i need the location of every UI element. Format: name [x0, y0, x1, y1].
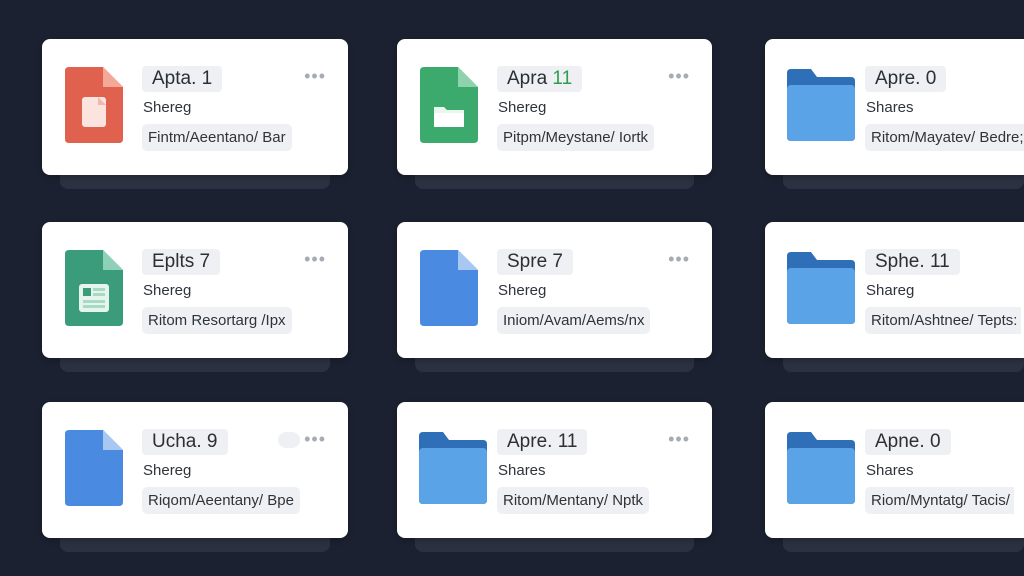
file-title: Apne. 0	[865, 429, 951, 455]
file-path: Fintm/Aeentano/ Bar	[142, 124, 292, 151]
folder-icon	[419, 432, 487, 504]
doc-file-icon	[420, 250, 478, 326]
file-card[interactable]: Apre. 0 Shares Ritom/Mayatev/ Bedre;	[765, 39, 1024, 189]
file-title: Apre. 11	[497, 429, 588, 455]
file-card[interactable]: Apre. 11 Shares Ritom/Mentany/ Nptk •••	[397, 402, 712, 552]
shared-label: Shereg	[143, 99, 192, 116]
card-body[interactable]: Apre. 0 Shares Ritom/Mayatev/ Bedre;	[765, 39, 1024, 175]
card-body[interactable]: Sphe. 11 Shareg Ritom/Ashtnee/ Tepts:	[765, 222, 1024, 358]
shared-label: Shereg	[143, 462, 192, 479]
card-body[interactable]: Apre. 11 Shares Ritom/Mentany/ Nptk •••	[397, 402, 712, 538]
more-options-icon[interactable]: •••	[304, 250, 326, 268]
file-path: Ritom/Ashtnee/ Tepts:	[865, 307, 1022, 334]
more-options-icon[interactable]: •••	[304, 67, 326, 85]
pdf-file-icon	[65, 67, 123, 143]
shared-label: Shares	[498, 462, 546, 479]
folder-icon	[787, 432, 855, 504]
shared-label: Shares	[866, 99, 914, 116]
file-path: Pitpm/Meystane/ Iortk	[497, 124, 655, 151]
more-options-icon[interactable]: •••	[668, 430, 690, 448]
more-options-icon[interactable]: •••	[668, 67, 690, 85]
file-path: Iniom/Avam/Aems/nx	[497, 307, 651, 334]
card-body[interactable]: Spre 7 Shereg Iniom/Avam/Aems/nx •••	[397, 222, 712, 358]
file-title: Apre. 0	[865, 66, 947, 92]
shared-label: Shareg	[866, 282, 915, 299]
file-path: Ritom/Mentany/ Nptk	[497, 487, 650, 514]
file-title: Eplts 7	[142, 249, 221, 275]
file-path: Riom/Myntatg/ Tacis/	[865, 487, 1014, 514]
spreadsheet-file-icon	[65, 250, 123, 326]
file-card[interactable]: Apta. 1 Shereg Fintm/Aeentano/ Bar •••	[42, 39, 348, 189]
file-title: Ucha. 9	[142, 429, 228, 455]
file-title: Sphe. 11	[865, 249, 960, 275]
file-path: Ritom Resortarg /Ipx	[142, 307, 292, 334]
card-body[interactable]: Apne. 0 Shares Riom/Myntatg/ Tacis/	[765, 402, 1024, 538]
card-body[interactable]: Apra 11 Shereg Pitpm/Meystane/ Iortk •••	[397, 39, 712, 175]
file-card[interactable]: Eplts 7 Shereg Ritom Resortarg /Ipx •••	[42, 222, 348, 372]
card-body[interactable]: Ucha. 9 Shereg Riqom/Aeentany/ Bpe •••	[42, 402, 348, 538]
doc-file-icon	[65, 430, 123, 506]
file-title: Spre 7	[497, 249, 573, 275]
shared-label: Shereg	[498, 282, 547, 299]
more-options-icon[interactable]: •••	[668, 250, 690, 268]
file-card-grid: Apta. 1 Shereg Fintm/Aeentano/ Bar ••• A…	[0, 0, 1024, 576]
file-card[interactable]: Ucha. 9 Shereg Riqom/Aeentany/ Bpe •••	[42, 402, 348, 552]
more-options-icon[interactable]: •••	[304, 430, 326, 448]
folder-file-icon	[420, 67, 478, 143]
shared-label: Shereg	[143, 282, 192, 299]
shared-label: Shares	[866, 462, 914, 479]
file-card[interactable]: Spre 7 Shereg Iniom/Avam/Aems/nx •••	[397, 222, 712, 372]
card-body[interactable]: Eplts 7 Shereg Ritom Resortarg /Ipx •••	[42, 222, 348, 358]
file-card[interactable]: Sphe. 11 Shareg Ritom/Ashtnee/ Tepts:	[765, 222, 1024, 372]
shared-label: Shereg	[498, 99, 547, 116]
file-title: Apta. 1	[142, 66, 223, 92]
file-card[interactable]: Apne. 0 Shares Riom/Myntatg/ Tacis/	[765, 402, 1024, 552]
folder-icon	[787, 252, 855, 324]
file-title: Apra 11	[497, 66, 583, 92]
hover-highlight	[278, 432, 300, 448]
card-body[interactable]: Apta. 1 Shereg Fintm/Aeentano/ Bar •••	[42, 39, 348, 175]
file-card[interactable]: Apra 11 Shereg Pitpm/Meystane/ Iortk •••	[397, 39, 712, 189]
folder-icon	[787, 69, 855, 141]
file-path: Ritom/Mayatev/ Bedre;	[865, 124, 1024, 151]
file-path: Riqom/Aeentany/ Bpe	[142, 487, 300, 514]
